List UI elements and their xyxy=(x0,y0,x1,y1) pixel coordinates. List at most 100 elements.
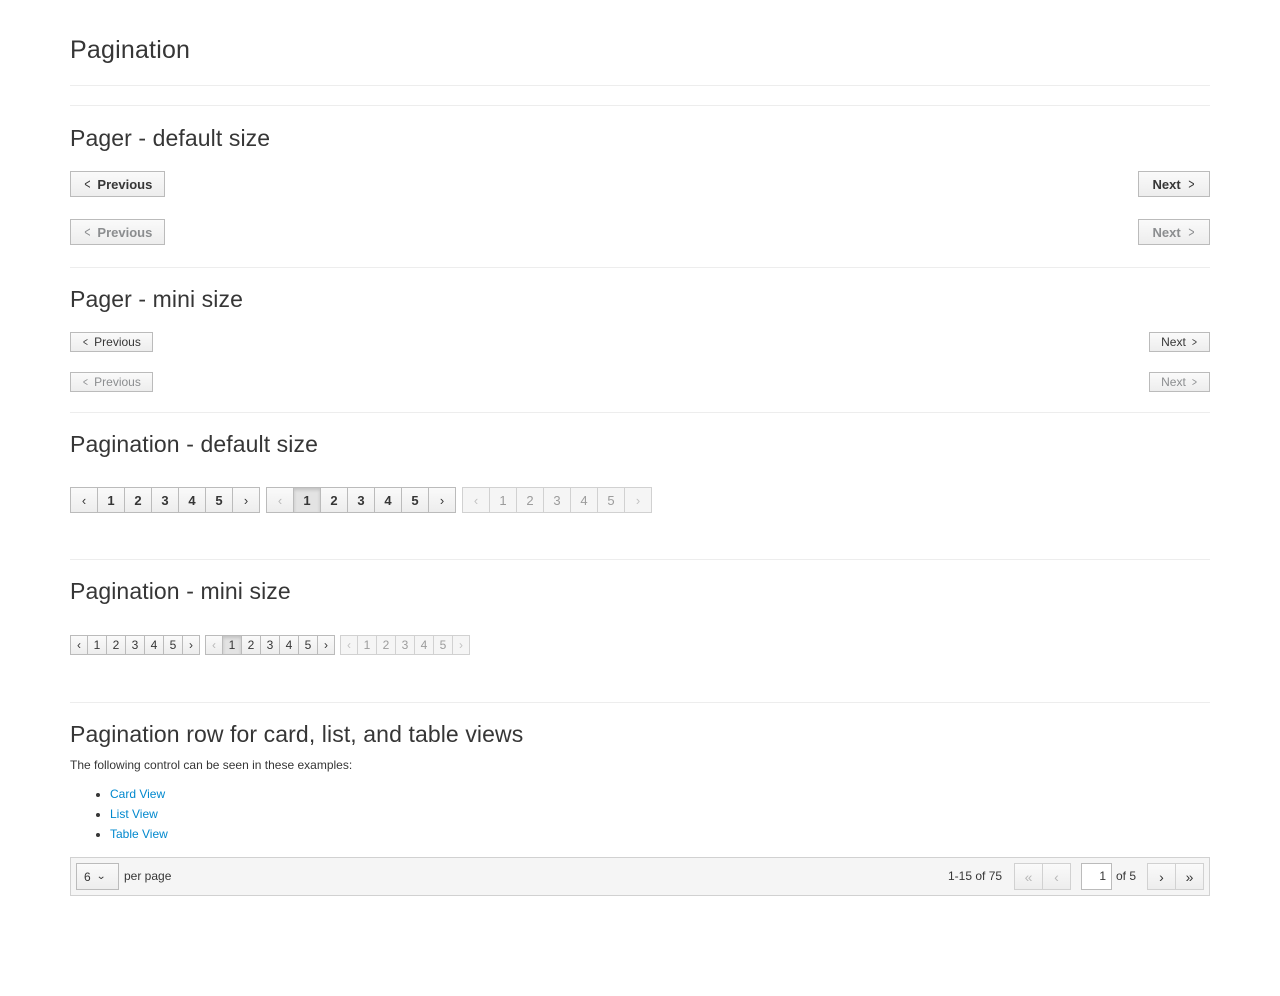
page-title: Pagination xyxy=(70,36,191,64)
page-next-button: › xyxy=(624,487,652,513)
page-1-button-active[interactable]: 1 xyxy=(222,635,242,655)
last-page-button[interactable]: » xyxy=(1175,863,1204,890)
page-prev-button[interactable]: ‹ xyxy=(70,635,88,655)
next-label: Next xyxy=(1152,176,1181,192)
total-pages: of 5 xyxy=(1116,869,1137,883)
page-3-button[interactable]: 3 xyxy=(125,635,145,655)
chevron-right-icon: > xyxy=(1188,175,1195,193)
page-2-button: 2 xyxy=(516,487,544,513)
chevron-right-icon: › xyxy=(635,492,641,508)
divider xyxy=(70,412,1210,413)
double-chevron-left-icon: « xyxy=(1024,868,1033,885)
page-2-button[interactable]: 2 xyxy=(241,635,261,655)
item-range: 1-15 of 75 xyxy=(948,869,1003,883)
page-prev-button: ‹ xyxy=(266,487,294,513)
page-2-button: 2 xyxy=(376,635,396,655)
pagination-mini: ‹ 1 2 3 4 5 › xyxy=(70,635,200,655)
divider xyxy=(70,559,1210,560)
pagination-mini-heading: Pagination - mini size xyxy=(70,578,291,604)
double-chevron-right-icon: » xyxy=(1185,868,1194,885)
page-4-button: 4 xyxy=(570,487,598,513)
page-next-button: › xyxy=(452,635,470,655)
previous-label: Previous xyxy=(94,335,141,349)
previous-mini-button[interactable]: < Previous xyxy=(70,332,153,352)
divider xyxy=(70,105,1210,106)
chevron-left-icon: ‹ xyxy=(277,492,283,508)
next-mini-button[interactable]: Next > xyxy=(1149,332,1210,352)
chevron-left-icon: ‹ xyxy=(77,638,81,652)
page-4-button[interactable]: 4 xyxy=(144,635,164,655)
page-prev-button: ‹ xyxy=(205,635,223,655)
page-1-button[interactable]: 1 xyxy=(87,635,107,655)
page-1-button: 1 xyxy=(489,487,517,513)
page-5-button: 5 xyxy=(433,635,453,655)
page-next-button[interactable]: › xyxy=(317,635,335,655)
page-prev-button: ‹ xyxy=(340,635,358,655)
per-page-label: per page xyxy=(124,869,172,883)
page-4-button: 4 xyxy=(414,635,434,655)
card-view-link[interactable]: Card View xyxy=(110,787,165,801)
page-prev-button[interactable]: ‹ xyxy=(70,487,98,513)
chevron-left-icon: < xyxy=(83,375,89,389)
page-1-button[interactable]: 1 xyxy=(97,487,125,513)
divider xyxy=(70,267,1210,268)
page-5-button[interactable]: 5 xyxy=(205,487,233,513)
pagination-row-heading: Pagination row for card, list, and table… xyxy=(70,721,524,747)
pagination-default-active: ‹ 1 2 3 4 5 › xyxy=(266,487,456,513)
next-page-button[interactable]: › xyxy=(1147,863,1176,890)
pagination-mini-disabled: ‹ 1 2 3 4 5 › xyxy=(340,635,470,655)
pagination-mini-active: ‹ 1 2 3 4 5 › xyxy=(205,635,335,655)
pagination-row-intro: The following control can be seen in the… xyxy=(70,758,353,772)
page-2-button[interactable]: 2 xyxy=(124,487,152,513)
page-5-button[interactable]: 5 xyxy=(401,487,429,513)
chevron-left-icon: ‹ xyxy=(1054,868,1059,885)
page-3-button[interactable]: 3 xyxy=(347,487,375,513)
page-4-button[interactable]: 4 xyxy=(374,487,402,513)
nav-next-last: › » xyxy=(1147,863,1204,890)
page-next-button[interactable]: › xyxy=(182,635,200,655)
previous-label: Previous xyxy=(94,375,141,389)
chevron-right-icon: › xyxy=(439,492,445,508)
page-2-button[interactable]: 2 xyxy=(320,487,348,513)
divider xyxy=(70,85,1210,86)
page-4-button[interactable]: 4 xyxy=(178,487,206,513)
page-1-button: 1 xyxy=(357,635,377,655)
page-2-button[interactable]: 2 xyxy=(106,635,126,655)
page-3-button[interactable]: 3 xyxy=(151,487,179,513)
chevron-down-icon: ⌄ xyxy=(95,871,106,882)
chevron-left-icon: ‹ xyxy=(473,492,479,508)
list-item: Card View xyxy=(110,784,168,804)
page-3-button: 3 xyxy=(395,635,415,655)
chevron-left-icon: ‹ xyxy=(347,638,351,652)
per-page-select[interactable]: 6 ⌄ xyxy=(76,863,119,890)
next-button[interactable]: Next > xyxy=(1138,171,1210,197)
chevron-right-icon: > xyxy=(1191,375,1197,389)
page-4-button[interactable]: 4 xyxy=(279,635,299,655)
page-1-button-active[interactable]: 1 xyxy=(293,487,321,513)
chevron-right-icon: › xyxy=(1159,868,1164,885)
chevron-right-icon: > xyxy=(1188,223,1195,241)
next-label: Next xyxy=(1161,375,1186,389)
next-label: Next xyxy=(1152,224,1181,240)
page-next-button[interactable]: › xyxy=(232,487,260,513)
previous-mini-button-disabled: < Previous xyxy=(70,372,153,392)
table-view-link[interactable]: Table View xyxy=(110,827,168,841)
previous-label: Previous xyxy=(97,176,153,192)
chevron-left-icon: < xyxy=(83,223,91,241)
page-number-input[interactable]: 1 xyxy=(1081,863,1112,890)
list-view-link[interactable]: List View xyxy=(110,807,158,821)
page-3-button[interactable]: 3 xyxy=(260,635,280,655)
page-5-button[interactable]: 5 xyxy=(298,635,318,655)
pager-default-heading: Pager - default size xyxy=(70,125,271,151)
chevron-right-icon: › xyxy=(324,638,328,652)
page-next-button[interactable]: › xyxy=(428,487,456,513)
list-item: List View xyxy=(110,804,168,824)
per-page-value: 6 xyxy=(84,869,91,884)
previous-label: Previous xyxy=(97,224,153,240)
pagination-default-disabled: ‹ 1 2 3 4 5 › xyxy=(462,487,652,513)
previous-button[interactable]: < Previous xyxy=(70,171,165,197)
nav-first-prev: « ‹ xyxy=(1014,863,1071,890)
prev-page-button: ‹ xyxy=(1042,863,1071,890)
page-5-button[interactable]: 5 xyxy=(163,635,183,655)
chevron-left-icon: < xyxy=(83,335,89,349)
